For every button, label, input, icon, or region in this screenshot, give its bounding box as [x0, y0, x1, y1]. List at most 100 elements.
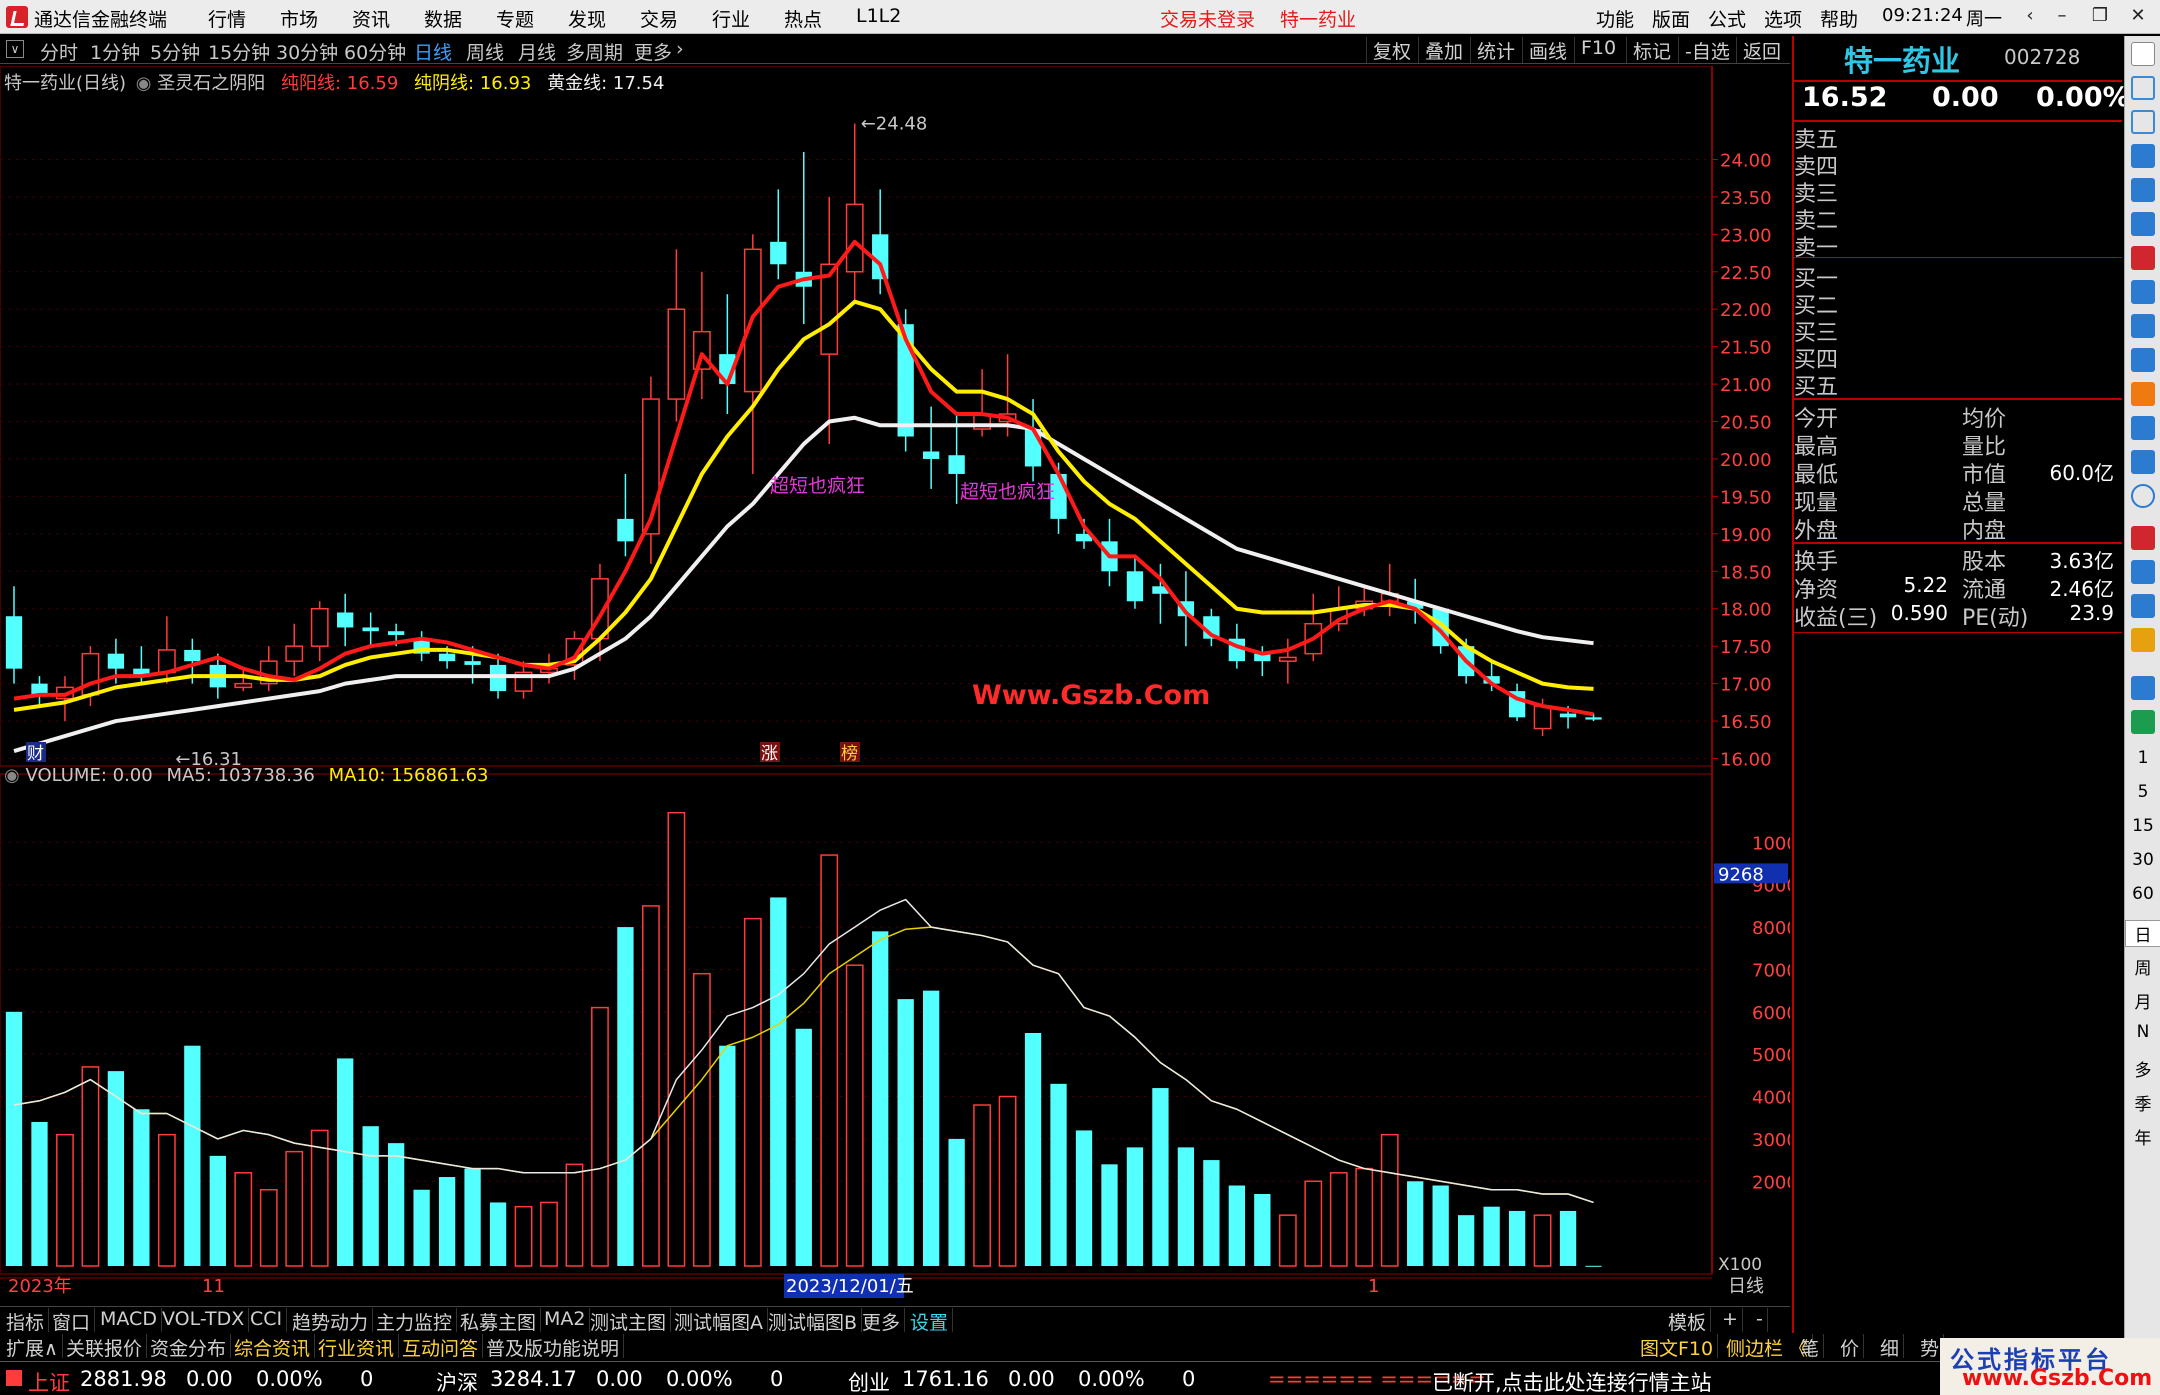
menu-bangzhu[interactable]: 帮助	[1820, 5, 1858, 32]
tab-bi[interactable]: 笔	[1796, 1334, 1825, 1360]
line-chart-icon[interactable]	[2131, 212, 2155, 236]
tab-macd[interactable]: MACD	[96, 1308, 162, 1332]
list-icon[interactable]	[2131, 144, 2155, 168]
tab-general-news[interactable]: 综合资讯	[230, 1334, 316, 1360]
side-period-day[interactable]: 日	[2125, 920, 2160, 947]
period-5min[interactable]: 5分钟	[150, 38, 200, 65]
side-period-30[interactable]: 30	[2125, 850, 2160, 870]
tool-biaoji[interactable]: 标记	[1626, 37, 1677, 63]
f12-icon[interactable]	[2131, 416, 2155, 440]
side-period-season[interactable]: 季	[2125, 1090, 2160, 1115]
tab-extend[interactable]: 扩展∧	[2, 1334, 63, 1360]
period-30min[interactable]: 30分钟	[276, 38, 338, 65]
tab-ma2[interactable]: MA2	[540, 1308, 591, 1332]
tab-zhibiao[interactable]: 指标	[2, 1308, 50, 1334]
up-arrow-icon[interactable]	[2131, 76, 2155, 100]
side-period-week[interactable]: 周	[2125, 954, 2160, 979]
menu-faxian[interactable]: 发现	[568, 5, 606, 32]
menu-l1l2[interactable]: L1L2	[856, 5, 901, 27]
indicator-toggle-icon[interactable]: ◉	[136, 73, 152, 94]
tab-settings[interactable]: 设置	[906, 1308, 954, 1334]
chevron-down-icon[interactable]: ∨	[6, 40, 24, 58]
menu-shuju[interactable]: 数据	[424, 5, 462, 32]
minimize-icon[interactable]: –	[2048, 4, 2076, 28]
side-period-month[interactable]: 月	[2125, 988, 2160, 1013]
back-arrow-icon[interactable]: ‹	[2016, 4, 2044, 28]
tab-template[interactable]: 模板	[1664, 1308, 1712, 1334]
side-period-1[interactable]: 1	[2125, 748, 2160, 768]
f10-icon[interactable]	[2131, 314, 2155, 338]
period-15min[interactable]: 15分钟	[208, 38, 270, 65]
period-monthly[interactable]: 月线	[518, 38, 556, 65]
restore-icon[interactable]: ❐	[2086, 4, 2114, 28]
tool-huaxian[interactable]: 画线	[1522, 37, 1573, 63]
period-more[interactable]: 更多	[634, 38, 672, 65]
document-icon[interactable]	[2131, 382, 2155, 406]
tab-f10-graphic[interactable]: 图文F10	[1636, 1334, 1719, 1360]
tool-f10[interactable]: F10	[1574, 37, 1622, 63]
crosshair-icon[interactable]	[2131, 594, 2155, 618]
menu-zhuanti[interactable]: 专题	[496, 5, 534, 32]
side-period-multi[interactable]: 多	[2125, 1056, 2160, 1081]
tab-zhuli[interactable]: 主力监控	[372, 1308, 458, 1334]
tab-chuangkou[interactable]: 窗口	[48, 1308, 96, 1334]
tool-fanhui[interactable]: 返回	[1736, 37, 1787, 63]
tab-test-a[interactable]: 测试幅图A	[670, 1308, 768, 1334]
login-status[interactable]: 交易未登录	[1160, 5, 1255, 32]
tab-test-b[interactable]: 测试幅图B	[764, 1308, 863, 1334]
tab-qa[interactable]: 互动问答	[398, 1334, 484, 1360]
period-multi[interactable]: 多周期	[566, 38, 623, 65]
menu-shichang[interactable]: 市场	[280, 5, 318, 32]
tab-qushi[interactable]: 趋势动力	[288, 1308, 374, 1334]
chevron-right-icon[interactable]: ›	[676, 38, 684, 60]
period-1min[interactable]: 1分钟	[90, 38, 140, 65]
tab-jia[interactable]: 价	[1836, 1334, 1865, 1360]
side-period-n[interactable]: N	[2125, 1022, 2160, 1042]
tab-cci[interactable]: CCI	[246, 1308, 288, 1332]
tool-tongji[interactable]: 统计	[1470, 37, 1521, 63]
kline-icon[interactable]	[2131, 246, 2155, 270]
connection-message[interactable]: 已断开,点击此处连接行情主站	[1432, 1367, 1712, 1395]
tab-feature-guide[interactable]: 普及版功能说明	[482, 1334, 625, 1360]
menu-gongshi[interactable]: 公式	[1708, 5, 1746, 32]
menu-banmian[interactable]: 版面	[1652, 5, 1690, 32]
menu-hangye[interactable]: 行业	[712, 5, 750, 32]
side-period-year[interactable]: 年	[2125, 1124, 2160, 1149]
f5-icon[interactable]	[2131, 676, 2155, 700]
indicator-icon[interactable]	[2131, 526, 2155, 550]
rsi-icon[interactable]	[2131, 560, 2155, 584]
menu-hangqing[interactable]: 行情	[208, 5, 246, 32]
side-period-5[interactable]: 5	[2125, 782, 2160, 802]
pencil-icon[interactable]	[2131, 628, 2155, 652]
sh-index-name[interactable]: 上证	[28, 1367, 70, 1395]
tab-simu[interactable]: 私募主图	[456, 1308, 542, 1334]
tab-related-quotes[interactable]: 关联报价	[62, 1334, 148, 1360]
period-weekly[interactable]: 周线	[466, 38, 504, 65]
kline-chart[interactable]: 24.00 23.50 23.00 22.50 22.00 21.50 21.00 20.50…	[0, 66, 1790, 1304]
menu-redian[interactable]: 热点	[784, 5, 822, 32]
menu-xuanxiang[interactable]: 选项	[1764, 5, 1802, 32]
pin-icon[interactable]	[2131, 42, 2155, 66]
tab-fund-distribution[interactable]: 资金分布	[146, 1334, 232, 1360]
zoom-out-button[interactable]: -	[1752, 1308, 1768, 1332]
cy-index-name[interactable]: 创业	[848, 1367, 890, 1395]
sz-index-name[interactable]: 沪深	[436, 1367, 478, 1395]
period-fenshi[interactable]: 分时	[40, 38, 78, 65]
tab-vol-tdx[interactable]: VOL-TDX	[158, 1308, 250, 1332]
refresh-icon[interactable]	[2131, 710, 2155, 734]
calendar-icon[interactable]	[2131, 450, 2155, 474]
menu-zixun[interactable]: 资讯	[352, 5, 390, 32]
news-icon[interactable]	[2131, 280, 2155, 304]
menu-jiaoyi[interactable]: 交易	[640, 5, 678, 32]
volume-toggle-icon[interactable]: ◉	[4, 765, 20, 786]
tab-xi[interactable]: 细	[1876, 1334, 1905, 1360]
period-daily[interactable]: 日线	[414, 38, 452, 65]
side-period-15[interactable]: 15	[2125, 816, 2160, 836]
tab-more[interactable]: 更多	[858, 1308, 906, 1334]
menu-gongneng[interactable]: 功能	[1596, 5, 1634, 32]
grid-icon[interactable]	[2131, 178, 2155, 202]
down-arrow-icon[interactable]	[2131, 110, 2155, 134]
zoom-in-button[interactable]: +	[1718, 1308, 1743, 1332]
tab-test-main[interactable]: 测试主图	[586, 1308, 672, 1334]
tool-zixuan[interactable]: -自选	[1678, 37, 1736, 63]
